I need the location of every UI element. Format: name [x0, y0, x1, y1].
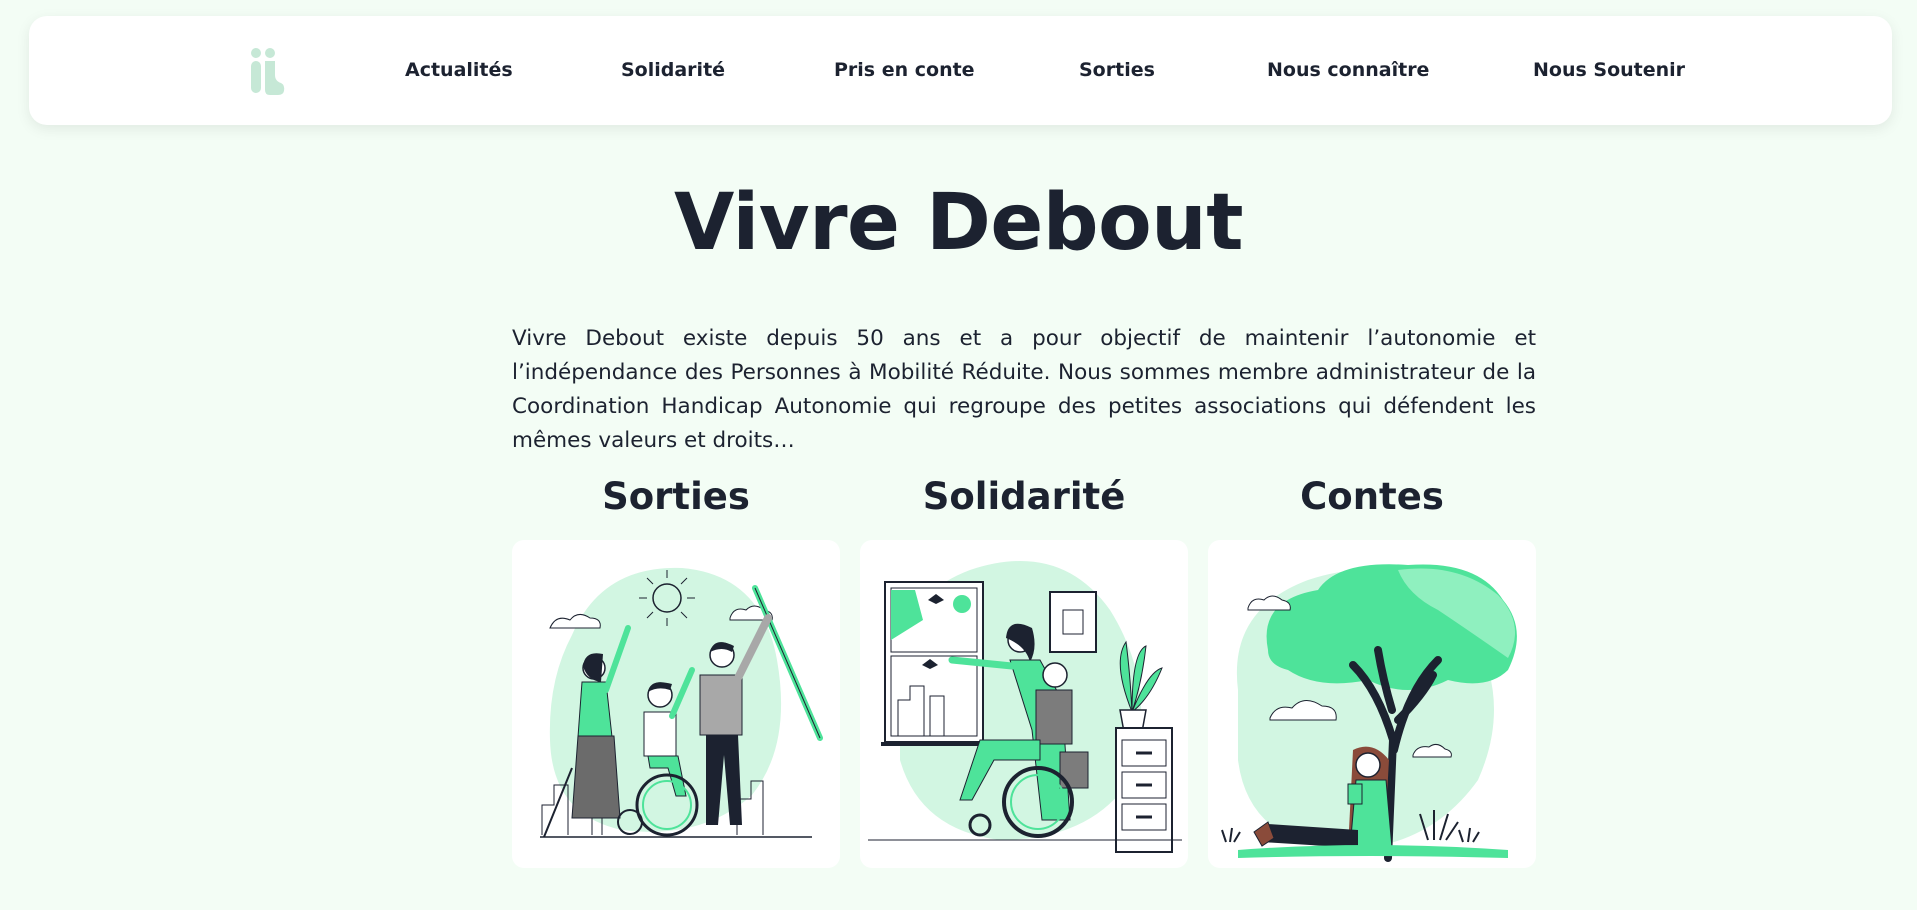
card-title-solidarite: Solidarité	[922, 475, 1126, 518]
solidarity-illustration-icon	[868, 561, 1182, 853]
outing-illustration-icon	[540, 567, 823, 838]
nav-nous-soutenir[interactable]: Nous Soutenir	[1533, 59, 1685, 81]
nav-sorties[interactable]: Sorties	[1079, 59, 1155, 81]
card-title-contes: Contes	[1300, 475, 1444, 518]
nav-nous-connaitre[interactable]: Nous connaître	[1267, 59, 1429, 81]
logo-icon[interactable]	[247, 47, 287, 95]
card-title-sorties: Sorties	[602, 475, 750, 518]
nav-actualites[interactable]: Actualités	[405, 59, 513, 81]
reading-illustration-icon	[1221, 564, 1517, 862]
card-sorties[interactable]	[512, 540, 840, 868]
top-navbar: Actualités Solidarité Pris en conte Sort…	[29, 16, 1892, 125]
card-solidarite[interactable]	[860, 540, 1188, 868]
nav-solidarite[interactable]: Solidarité	[621, 59, 725, 81]
nav-pris-en-conte[interactable]: Pris en conte	[834, 59, 975, 81]
intro-paragraph: Vivre Debout existe depuis 50 ans et a p…	[512, 326, 1536, 453]
page-title: Vivre Debout	[674, 178, 1243, 268]
card-contes[interactable]	[1208, 540, 1536, 868]
